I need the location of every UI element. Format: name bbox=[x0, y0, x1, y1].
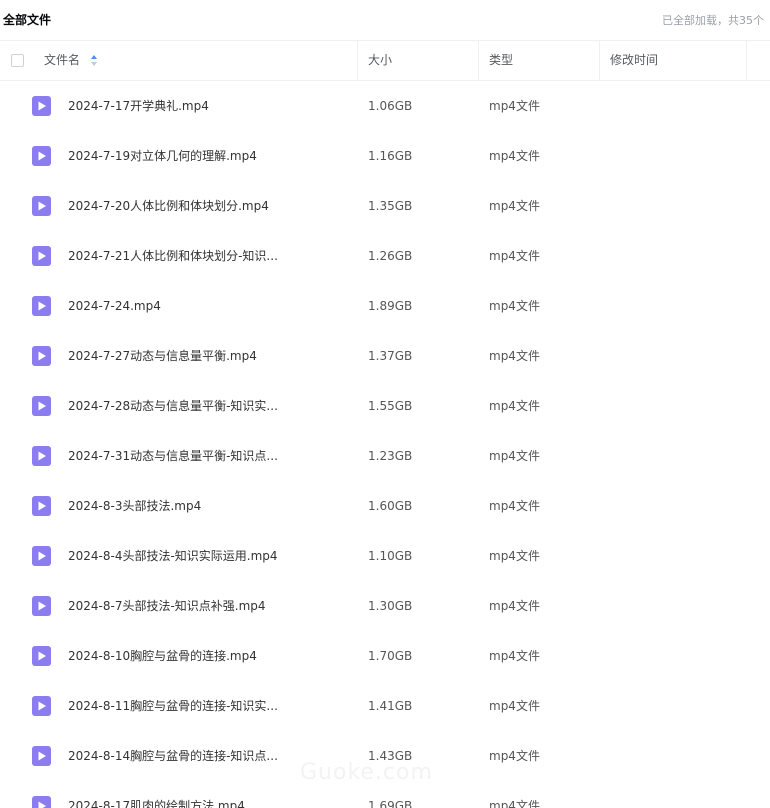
file-type: mp4文件 bbox=[489, 499, 540, 513]
file-size: 1.35GB bbox=[368, 199, 413, 213]
file-size: 1.16GB bbox=[368, 149, 413, 163]
table-row[interactable]: 2024-7-19对立体几何的理解.mp4 1.16GB mp4文件 bbox=[0, 131, 770, 181]
file-type: mp4文件 bbox=[489, 599, 540, 613]
file-name[interactable]: 2024-8-3头部技法.mp4 bbox=[68, 481, 348, 531]
file-size: 1.37GB bbox=[368, 349, 413, 363]
breadcrumb[interactable]: 全部文件 bbox=[3, 11, 51, 28]
table-row[interactable]: 2024-8-17肌肉的绘制方法.mp4 1.69GB mp4文件 bbox=[0, 781, 770, 808]
file-type: mp4文件 bbox=[489, 99, 540, 113]
video-file-icon bbox=[32, 146, 51, 166]
file-type: mp4文件 bbox=[489, 549, 540, 563]
video-file-icon bbox=[32, 646, 51, 666]
file-type: mp4文件 bbox=[489, 749, 540, 763]
file-name[interactable]: 2024-7-28动态与信息量平衡-知识实... bbox=[68, 381, 348, 431]
file-size: 1.30GB bbox=[368, 599, 413, 613]
file-name[interactable]: 2024-7-21人体比例和体块划分-知识... bbox=[68, 231, 348, 281]
file-size: 1.06GB bbox=[368, 99, 413, 113]
file-name[interactable]: 2024-8-11胸腔与盆骨的连接-知识实... bbox=[68, 681, 348, 731]
video-file-icon bbox=[32, 346, 51, 366]
column-divider[interactable] bbox=[478, 41, 479, 80]
file-name[interactable]: 2024-7-27动态与信息量平衡.mp4 bbox=[68, 331, 348, 381]
table-row[interactable]: 2024-8-7头部技法-知识点补强.mp4 1.30GB mp4文件 bbox=[0, 581, 770, 631]
file-name[interactable]: 2024-7-19对立体几何的理解.mp4 bbox=[68, 131, 348, 181]
video-file-icon bbox=[32, 396, 51, 416]
select-all-checkbox[interactable] bbox=[11, 54, 24, 67]
top-bar: 全部文件 已全部加载，共35个 bbox=[0, 0, 770, 40]
file-type: mp4文件 bbox=[489, 349, 540, 363]
file-type: mp4文件 bbox=[489, 199, 540, 213]
video-file-icon bbox=[32, 296, 51, 316]
file-type: mp4文件 bbox=[489, 249, 540, 263]
file-size: 1.26GB bbox=[368, 249, 413, 263]
table-row[interactable]: 2024-8-3头部技法.mp4 1.60GB mp4文件 bbox=[0, 481, 770, 531]
table-row[interactable]: 2024-7-31动态与信息量平衡-知识点... 1.23GB mp4文件 bbox=[0, 431, 770, 481]
video-file-icon bbox=[32, 496, 51, 516]
file-name[interactable]: 2024-7-24.mp4 bbox=[68, 281, 348, 331]
column-divider[interactable] bbox=[357, 41, 358, 80]
file-name[interactable]: 2024-7-17开学典礼.mp4 bbox=[68, 81, 348, 131]
table-row[interactable]: 2024-7-17开学典礼.mp4 1.06GB mp4文件 bbox=[0, 81, 770, 131]
table-row[interactable]: 2024-7-27动态与信息量平衡.mp4 1.37GB mp4文件 bbox=[0, 331, 770, 381]
table-row[interactable]: 2024-7-28动态与信息量平衡-知识实... 1.55GB mp4文件 bbox=[0, 381, 770, 431]
file-size: 1.69GB bbox=[368, 799, 413, 808]
table-header: 文件名 大小 类型 修改时间 bbox=[0, 40, 770, 81]
watermark: Guoke.com bbox=[300, 760, 433, 785]
file-type: mp4文件 bbox=[489, 799, 540, 808]
video-file-icon bbox=[32, 746, 51, 766]
table-row[interactable]: 2024-8-11胸腔与盆骨的连接-知识实... 1.41GB mp4文件 bbox=[0, 681, 770, 731]
video-file-icon bbox=[32, 596, 51, 616]
file-size: 1.55GB bbox=[368, 399, 413, 413]
file-size: 1.41GB bbox=[368, 699, 413, 713]
table-row[interactable]: 2024-8-10胸腔与盆骨的连接.mp4 1.70GB mp4文件 bbox=[0, 631, 770, 681]
column-divider[interactable] bbox=[599, 41, 600, 80]
table-row[interactable]: 2024-8-4头部技法-知识实际运用.mp4 1.10GB mp4文件 bbox=[0, 531, 770, 581]
file-type: mp4文件 bbox=[489, 299, 540, 313]
file-name[interactable]: 2024-8-4头部技法-知识实际运用.mp4 bbox=[68, 531, 348, 581]
file-size: 1.23GB bbox=[368, 449, 413, 463]
file-type: mp4文件 bbox=[489, 149, 540, 163]
video-file-icon bbox=[32, 446, 51, 466]
table-row[interactable]: 2024-7-20人体比例和体块划分.mp4 1.35GB mp4文件 bbox=[0, 181, 770, 231]
file-size: 1.70GB bbox=[368, 649, 413, 663]
file-type: mp4文件 bbox=[489, 399, 540, 413]
video-file-icon bbox=[32, 796, 51, 808]
video-file-icon bbox=[32, 696, 51, 716]
column-header-type[interactable]: 类型 bbox=[489, 41, 513, 80]
video-file-icon bbox=[32, 546, 51, 566]
file-list: 2024-7-17开学典礼.mp4 1.06GB mp4文件 2024-7-19对立体… bbox=[0, 81, 770, 808]
file-name[interactable]: 2024-8-7头部技法-知识点补强.mp4 bbox=[68, 581, 348, 631]
file-type: mp4文件 bbox=[489, 649, 540, 663]
table-row[interactable]: 2024-7-24.mp4 1.89GB mp4文件 bbox=[0, 281, 770, 331]
sort-icon[interactable] bbox=[90, 54, 98, 67]
file-name[interactable]: 2024-7-31动态与信息量平衡-知识点... bbox=[68, 431, 348, 481]
column-header-size[interactable]: 大小 bbox=[368, 41, 392, 80]
file-size: 1.10GB bbox=[368, 549, 413, 563]
file-size: 1.89GB bbox=[368, 299, 413, 313]
table-row[interactable]: 2024-7-21人体比例和体块划分-知识... 1.26GB mp4文件 bbox=[0, 231, 770, 281]
load-status: 已全部加载，共35个 bbox=[662, 14, 764, 27]
column-header-modified[interactable]: 修改时间 bbox=[610, 41, 658, 80]
file-type: mp4文件 bbox=[489, 449, 540, 463]
video-file-icon bbox=[32, 196, 51, 216]
video-file-icon bbox=[32, 96, 51, 116]
column-header-name[interactable]: 文件名 bbox=[44, 41, 80, 80]
file-size: 1.60GB bbox=[368, 499, 413, 513]
file-type: mp4文件 bbox=[489, 699, 540, 713]
column-divider[interactable] bbox=[746, 41, 747, 80]
video-file-icon bbox=[32, 246, 51, 266]
file-name[interactable]: 2024-8-10胸腔与盆骨的连接.mp4 bbox=[68, 631, 348, 681]
file-name[interactable]: 2024-7-20人体比例和体块划分.mp4 bbox=[68, 181, 348, 231]
file-name[interactable]: 2024-8-17肌肉的绘制方法.mp4 bbox=[68, 781, 348, 808]
